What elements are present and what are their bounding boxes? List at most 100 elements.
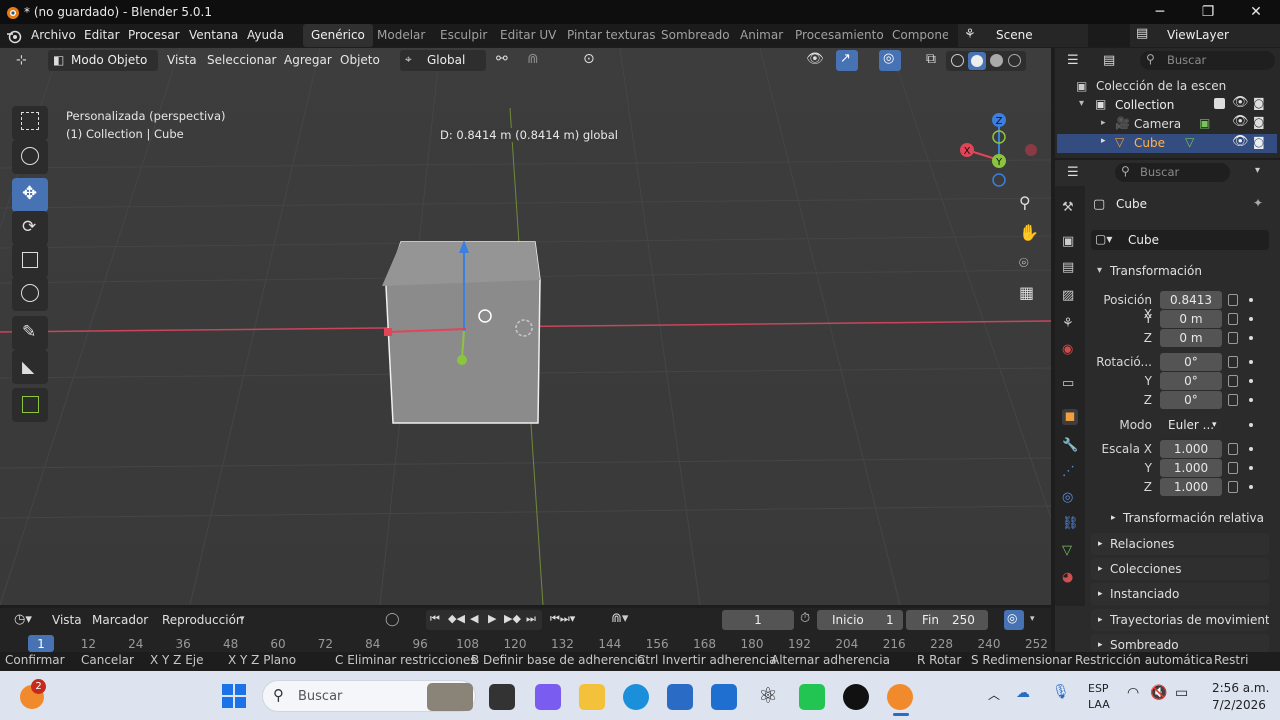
end-frame-field[interactable]: Fin 250: [906, 610, 988, 630]
orientation-dropdown[interactable]: ⌖ Global: [400, 50, 486, 71]
rotation-mode-dropdown[interactable]: Euler ... ▾: [1160, 416, 1222, 434]
material-shading-icon[interactable]: [990, 54, 1003, 67]
menu-vista[interactable]: Vista: [167, 53, 197, 67]
blender-taskbar-icon[interactable]: [887, 684, 913, 710]
material-tab-icon[interactable]: ◕: [1062, 570, 1078, 586]
tab-pintar-texturas[interactable]: Pintar texturas: [559, 24, 664, 47]
menu-archivo[interactable]: Archivo: [31, 28, 76, 42]
keyframe-dot-icon[interactable]: [1249, 336, 1253, 340]
kick-app-icon[interactable]: [799, 684, 825, 710]
microphone-icon[interactable]: 🎙: [1052, 684, 1070, 700]
start-button[interactable]: [222, 684, 246, 708]
physics-tab-icon[interactable]: ◎: [1062, 490, 1078, 506]
cube-expand-icon[interactable]: ▸: [1101, 136, 1106, 146]
viewlayer-selector[interactable]: ▤ ViewLayer: [1130, 24, 1280, 47]
properties-editor-icon[interactable]: ☰: [1067, 165, 1079, 180]
lock-icon[interactable]: [1228, 294, 1238, 306]
mode-dropdown[interactable]: ◧ Modo Objeto: [48, 50, 158, 71]
tool-tab-icon[interactable]: ⚒: [1062, 200, 1078, 216]
tool-cursor[interactable]: [12, 140, 48, 174]
transform-panel-header[interactable]: ▾ Transformación: [1091, 260, 1269, 282]
layout-label[interactable]: LAA: [1088, 698, 1110, 711]
maximize-button[interactable]: ❐: [1184, 0, 1232, 24]
scene-selector[interactable]: ⚘ Scene: [958, 24, 1088, 47]
lock-icon[interactable]: [1228, 375, 1238, 387]
collection-tab-icon[interactable]: ▭: [1062, 376, 1078, 392]
stopwatch-icon[interactable]: ⏱: [800, 611, 810, 626]
outliner-item-cube[interactable]: Cube: [1134, 136, 1165, 150]
render-tab-icon[interactable]: ▣: [1062, 234, 1078, 250]
shading-buttons[interactable]: [946, 51, 1026, 71]
props-options-icon[interactable]: ▾: [1255, 165, 1260, 176]
edge-icon[interactable]: [623, 684, 649, 710]
clock-date[interactable]: 7/2/2026: [1212, 698, 1266, 712]
menu-procesar[interactable]: Procesar: [128, 28, 180, 42]
tool-add-cube[interactable]: [12, 388, 48, 422]
outliner-item-camera[interactable]: Camera: [1134, 117, 1181, 131]
position-y-field[interactable]: 0 m: [1160, 310, 1222, 328]
keyframe-dot-icon[interactable]: [1249, 317, 1253, 321]
camera-view-button[interactable]: ⌾: [1013, 250, 1041, 278]
keyframe-nav-icon[interactable]: ⏮⏭▾: [550, 612, 575, 626]
ortho-toggle-button[interactable]: ▦: [1013, 280, 1041, 308]
position-x-field[interactable]: 0.8413: [1160, 291, 1222, 309]
outliner-search[interactable]: ⚲ Buscar: [1140, 51, 1275, 70]
display-mode-icon[interactable]: ▤: [1103, 53, 1115, 68]
record-icon[interactable]: ◯: [385, 612, 400, 627]
position-z-field[interactable]: 0 m: [1160, 329, 1222, 347]
keyframe-dot-icon[interactable]: [1249, 379, 1253, 383]
scale-z-field[interactable]: 1.000: [1160, 478, 1222, 496]
navigation-gizmo[interactable]: Z X Y: [955, 108, 1040, 188]
visibility-icon[interactable]: 👁: [806, 51, 824, 67]
close-button[interactable]: ✕: [1232, 0, 1280, 24]
camera-expand-icon[interactable]: ▸: [1101, 118, 1106, 128]
menu-editar[interactable]: Editar: [84, 28, 120, 42]
world-tab-icon[interactable]: ◉: [1062, 342, 1078, 358]
atom-app-icon[interactable]: ⚛: [755, 684, 781, 710]
m365-icon[interactable]: [535, 684, 561, 710]
solid-shading-button[interactable]: [968, 52, 986, 70]
rotation-y-field[interactable]: 0°: [1160, 372, 1222, 390]
lock-icon[interactable]: [1228, 356, 1238, 368]
collection-checkbox[interactable]: [1214, 98, 1225, 109]
current-frame-field[interactable]: 1: [722, 610, 794, 630]
timeline-view-toggle[interactable]: ◎: [1004, 610, 1024, 630]
subpanel-trayectorias[interactable]: ▸ Trayectorias de movimient: [1091, 609, 1269, 631]
file-explorer-icon[interactable]: [579, 684, 605, 710]
tab-animar[interactable]: Animar: [732, 24, 791, 47]
minimize-button[interactable]: ─: [1136, 0, 1184, 24]
widgets-thumbnail-icon[interactable]: [427, 683, 473, 711]
lock-icon[interactable]: [1228, 481, 1238, 493]
timeline-editor-icon[interactable]: ◷▾: [14, 612, 32, 627]
wifi-icon[interactable]: ◠: [1127, 685, 1139, 701]
store-icon[interactable]: [667, 684, 693, 710]
collection-render-icon[interactable]: ◙: [1253, 96, 1265, 110]
collection-eye-icon[interactable]: 👁: [1232, 95, 1249, 110]
editor-type-icon[interactable]: ⊹: [16, 53, 27, 68]
menu-ventana[interactable]: Ventana: [189, 28, 238, 42]
view-layer-tab-icon[interactable]: ▨: [1062, 288, 1078, 304]
tab-generico[interactable]: Genérico: [303, 24, 373, 47]
tab-procesamiento[interactable]: Procesamiento: [787, 24, 892, 47]
xray-icon[interactable]: ⧉: [926, 51, 936, 67]
onedrive-icon[interactable]: ☁: [1016, 685, 1030, 701]
subpanel-colecciones[interactable]: ▸ Colecciones: [1091, 558, 1269, 580]
object-tab-icon[interactable]: ◼: [1062, 409, 1078, 425]
play-reverse-icon[interactable]: ◀: [470, 612, 478, 625]
obs-icon[interactable]: [843, 684, 869, 710]
tab-modelar[interactable]: Modelar: [369, 24, 433, 47]
tab-componer[interactable]: Componer: [884, 24, 948, 47]
wireframe-shading-icon[interactable]: [951, 54, 964, 67]
tab-editar-uv[interactable]: Editar UV: [492, 24, 564, 47]
volume-muted-icon[interactable]: 🔇: [1150, 685, 1167, 701]
scale-x-field[interactable]: 1.000: [1160, 440, 1222, 458]
object-datablock[interactable]: ▢▾ Cube: [1091, 230, 1269, 250]
timeline-menu-marcador[interactable]: Marcador: [92, 613, 148, 627]
lock-icon[interactable]: [1228, 332, 1238, 344]
overlay-toggle[interactable]: ◎: [879, 50, 901, 71]
keyframe-dot-icon[interactable]: [1249, 447, 1253, 451]
tool-select-box[interactable]: [12, 106, 48, 140]
tool-scale[interactable]: [12, 244, 48, 278]
tab-sombreado[interactable]: Sombreado: [653, 24, 738, 47]
lock-icon[interactable]: [1228, 313, 1238, 325]
